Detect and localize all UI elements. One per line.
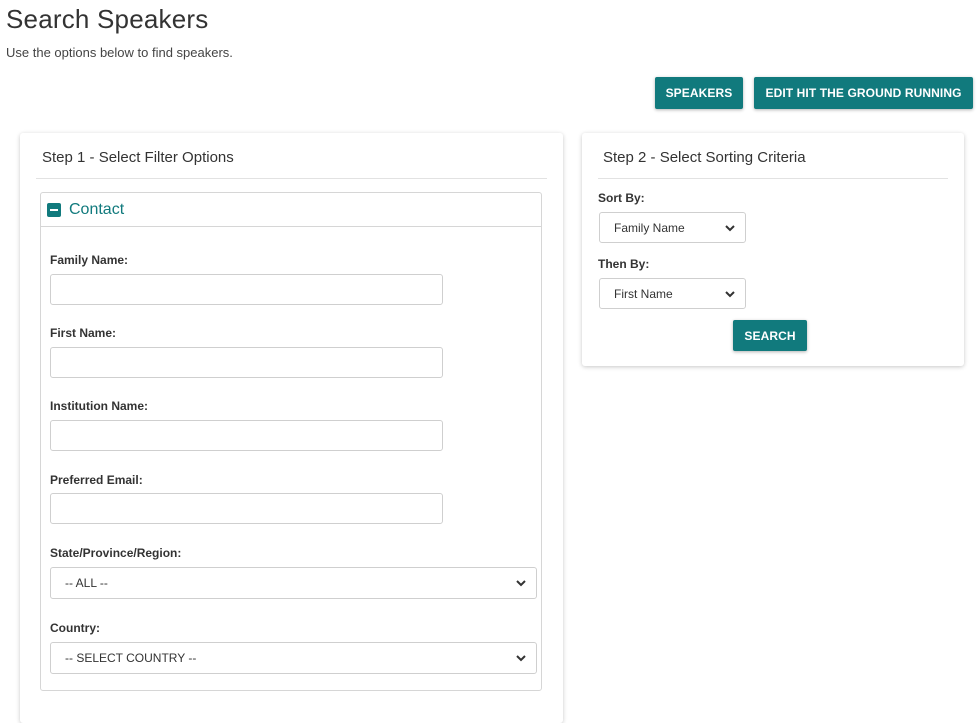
then-by-select[interactable]: First Name [599,278,746,309]
institution-name-input[interactable] [50,420,443,451]
sort-by-select[interactable]: Family Name [599,212,746,243]
country-label: Country: [50,621,100,635]
sort-by-label: Sort By: [598,191,645,205]
contact-panel: Contact Family Name: First Name: Institu… [40,192,542,691]
filter-options-title: Step 1 - Select Filter Options [42,149,234,166]
state-select-value: -- ALL -- [65,576,108,590]
first-name-input[interactable] [50,347,443,378]
chevron-down-icon [516,580,526,587]
family-name-input[interactable] [50,274,443,305]
then-by-label: Then By: [598,257,650,271]
institution-name-label: Institution Name: [50,399,148,413]
preferred-email-input[interactable] [50,493,443,524]
chevron-down-icon [725,225,735,232]
divider [36,178,547,179]
contact-panel-header[interactable]: Contact [41,193,541,227]
preferred-email-label: Preferred Email: [50,473,143,487]
page-subtitle: Use the options below to find speakers. [6,45,233,60]
state-province-region-label: State/Province/Region: [50,546,182,560]
state-province-region-select[interactable]: -- ALL -- [50,567,537,599]
chevron-down-icon [725,291,735,298]
first-name-label: First Name: [50,326,117,340]
country-select[interactable]: -- SELECT COUNTRY -- [50,642,537,674]
divider [598,178,948,179]
sort-by-value: Family Name [614,221,685,235]
speakers-button[interactable]: SPEAKERS [655,77,743,109]
then-by-value: First Name [614,287,673,301]
sorting-criteria-card: Step 2 - Select Sorting Criteria Sort By… [582,133,964,366]
sorting-criteria-title: Step 2 - Select Sorting Criteria [603,149,806,166]
contact-panel-title: Contact [69,201,125,218]
collapse-minus-icon[interactable] [47,203,61,217]
chevron-down-icon [516,655,526,662]
edit-hit-the-ground-running-button[interactable]: EDIT HIT THE GROUND RUNNING [754,77,973,109]
filter-options-card: Step 1 - Select Filter Options Contact F… [20,133,563,723]
page-title: Search Speakers [6,4,209,34]
search-button[interactable]: SEARCH [733,320,807,351]
country-select-value: -- SELECT COUNTRY -- [65,651,197,665]
family-name-label: Family Name: [50,253,129,267]
